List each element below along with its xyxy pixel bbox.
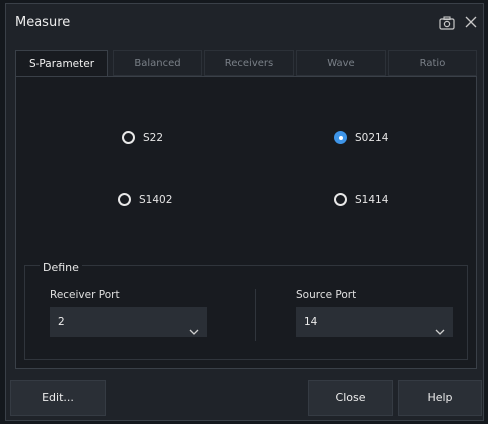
radio-s0214[interactable]: S0214 — [334, 131, 388, 144]
tab-receivers[interactable]: Receivers — [204, 50, 294, 76]
close-button[interactable]: Close — [308, 380, 393, 416]
port-divider — [255, 289, 256, 341]
radio-indicator — [334, 131, 347, 144]
radio-s22[interactable]: S22 — [122, 131, 163, 144]
tab-wave[interactable]: Wave — [296, 50, 386, 76]
radio-label: S1402 — [139, 193, 173, 206]
tab-bar: S-Parameter Balanced Receivers Wave Rati… — [15, 50, 477, 77]
radio-label: S1414 — [355, 193, 389, 206]
radio-label: S0214 — [355, 131, 389, 144]
tab-ratio[interactable]: Ratio — [388, 50, 477, 76]
radio-s1402[interactable]: S1402 — [118, 193, 172, 206]
radio-indicator — [334, 193, 347, 206]
radio-label: S22 — [143, 131, 164, 144]
title-bar: Measure — [6, 4, 483, 42]
chevron-down-icon — [189, 318, 199, 335]
help-button[interactable]: Help — [398, 380, 482, 416]
radio-indicator — [122, 131, 135, 144]
receiver-port-value: 2 — [58, 316, 65, 328]
receiver-port-label: Receiver Port — [50, 289, 120, 301]
source-port-select[interactable]: 14 — [296, 307, 453, 337]
receiver-port-select[interactable]: 2 — [50, 307, 207, 337]
source-port-value: 14 — [304, 316, 318, 328]
radio-s1414[interactable]: S1414 — [334, 193, 388, 206]
edit-button[interactable]: Edit... — [10, 380, 106, 416]
close-icon[interactable] — [463, 14, 479, 30]
tab-s-parameter[interactable]: S-Parameter — [15, 50, 108, 77]
source-port-label: Source Port — [296, 289, 357, 301]
define-group-title: Define — [40, 261, 82, 274]
dialog-title: Measure — [15, 15, 71, 30]
tab-balanced[interactable]: Balanced — [113, 50, 202, 76]
measure-dialog: Measure S-Parameter Balanced Receivers W… — [5, 3, 484, 421]
camera-icon[interactable] — [439, 15, 455, 30]
chevron-down-icon — [435, 318, 445, 335]
radio-indicator — [118, 193, 131, 206]
